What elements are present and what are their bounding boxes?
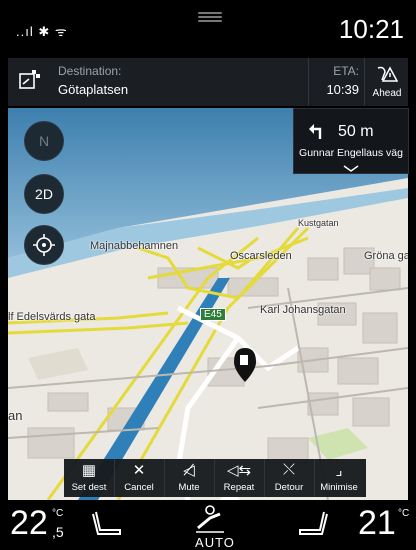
destination-value: Götaplatsen xyxy=(58,82,129,97)
map-label-grona: Gröna ga xyxy=(364,250,408,262)
driver-seat-heat-icon[interactable] xyxy=(90,510,124,538)
compass-north-label: N xyxy=(38,133,50,149)
map-label-edelsvards-gata: lf Edelsvärds gata xyxy=(8,311,96,323)
passenger-seat-heat-icon[interactable] xyxy=(296,510,330,538)
passenger-temperature-unit: °C xyxy=(398,508,410,519)
destination-bar[interactable]: Destination: Götaplatsen ETA: 10:39 Ahea… xyxy=(8,58,408,106)
set-destination-label: Set dest xyxy=(71,482,107,493)
turn-left-arrow-icon xyxy=(309,124,322,139)
compass-button[interactable]: N xyxy=(24,121,64,161)
view-mode-label: 2D xyxy=(35,186,53,202)
detour-button[interactable]: ⤬ Detour xyxy=(264,459,315,497)
repeat-button[interactable]: ◁⇆ Repeat xyxy=(214,459,265,497)
turn-distance: 50 m xyxy=(338,123,374,140)
cancel-label: Cancel xyxy=(124,482,154,493)
speaker-mute-icon: ◁̸ xyxy=(183,462,195,479)
detour-icon: ⤬ xyxy=(282,461,295,478)
repeat-label: Repeat xyxy=(223,482,255,493)
map-label-karl-johansgatan: Karl Johansgatan xyxy=(260,304,346,316)
detour-label: Detour xyxy=(274,482,304,493)
ahead-button[interactable]: Ahead xyxy=(364,58,409,106)
fan-mode-label: AUTO xyxy=(195,535,235,550)
minimise-button[interactable]: ⌟ Minimise xyxy=(314,459,364,497)
road-shield-e45: E45 xyxy=(200,308,226,321)
ahead-label: Ahead xyxy=(372,88,402,99)
eta-section: ETA: 10:39 xyxy=(308,58,363,106)
turn-street-name: Gunnar Engellaus väg xyxy=(299,147,403,159)
warning-ahead-icon xyxy=(377,66,398,82)
minimise-icon: ⌟ xyxy=(335,462,343,479)
eta-label: ETA: xyxy=(333,64,359,78)
close-icon: ✕ xyxy=(132,462,146,479)
mute-label: Mute xyxy=(178,482,200,493)
map-label-an: an xyxy=(8,408,23,423)
passenger-temperature[interactable]: 21 xyxy=(358,504,396,543)
turn-instruction-card[interactable]: 50 m Gunnar Engellaus väg xyxy=(293,108,409,174)
navigation-action-bar: ▦ Set dest ✕ Cancel ◁̸ Mute ◁⇆ Repeat ⤬ … xyxy=(64,459,366,497)
minimise-label: Minimise xyxy=(320,482,358,493)
eta-value: 10:39 xyxy=(326,82,359,97)
set-destination-button[interactable]: ▦ Set dest xyxy=(64,459,115,497)
map-label-oscarsleden: Oscarsleden xyxy=(230,250,292,262)
recenter-button[interactable] xyxy=(24,225,64,265)
destination-flag-icon xyxy=(19,70,40,89)
speaker-repeat-icon: ◁⇆ xyxy=(226,462,252,479)
driver-temperature[interactable]: 22 xyxy=(10,504,48,543)
status-bar: ..ıl ✱ ᯤ 10:21 xyxy=(0,0,416,58)
view-mode-button[interactable]: 2D xyxy=(24,174,64,214)
signal-status-icons: ..ıl ✱ ᯤ xyxy=(16,24,68,39)
cancel-button[interactable]: ✕ Cancel xyxy=(114,459,165,497)
clock: 10:21 xyxy=(338,14,404,44)
mute-button[interactable]: ◁̸ Mute xyxy=(164,459,215,497)
crosshair-icon xyxy=(33,234,55,256)
map-label-majnabbehamnen: Majnabbehamnen xyxy=(90,240,179,252)
driver-temperature-unit: °C xyxy=(52,508,64,519)
destination-label: Destination: xyxy=(58,64,122,78)
chevron-down-icon[interactable] xyxy=(343,165,359,173)
checkered-flag-icon: ▦ xyxy=(81,462,97,479)
driver-temperature-decimal: ,5 xyxy=(52,524,64,540)
pull-down-handle[interactable] xyxy=(198,12,222,22)
climate-bar: 22 °C ,5 AUTO 21 °C xyxy=(0,500,416,550)
map-label-kustgatan: Kustgatan xyxy=(298,218,339,228)
fan-icon[interactable] xyxy=(190,502,230,534)
